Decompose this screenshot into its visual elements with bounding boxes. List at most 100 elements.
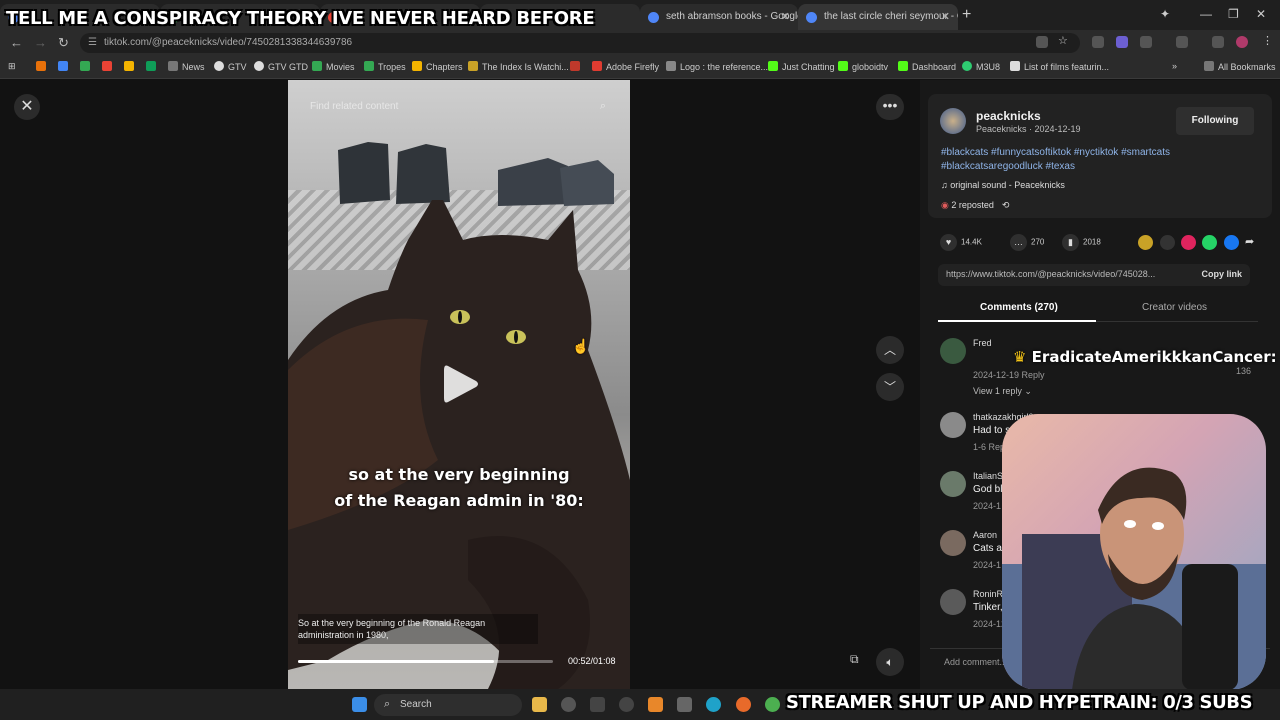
bookmark-icon[interactable] xyxy=(146,61,160,72)
bookmark-gtv[interactable]: GTV xyxy=(214,61,247,72)
picture-in-picture-icon[interactable]: ⧉ xyxy=(850,652,859,667)
previous-video-chevron-up-icon[interactable]: ︿ xyxy=(876,336,904,364)
find-related-search[interactable]: Find related content ⌕ xyxy=(298,98,620,118)
comment-meta[interactable]: 2024-1 xyxy=(973,501,1001,511)
maximize-icon[interactable]: ❐ xyxy=(1228,7,1239,21)
embed-code-icon[interactable] xyxy=(1160,235,1175,250)
kebab-menu-icon[interactable]: ⋮ xyxy=(1262,34,1274,47)
commenter-avatar[interactable] xyxy=(940,589,966,615)
menu-icon[interactable] xyxy=(1212,36,1224,48)
reposted-info[interactable]: ◉ 2 reposted ⟲ xyxy=(941,200,1009,211)
close-tab-icon[interactable]: ✕ xyxy=(781,10,790,23)
taskbar-search[interactable]: ⌕ Search xyxy=(374,694,522,716)
reload-icon[interactable]: ↻ xyxy=(58,35,69,51)
taskbar-app-icon[interactable] xyxy=(677,697,692,712)
comment-stat[interactable]: … 270 xyxy=(1010,234,1044,251)
bookmark-adobe-firefly[interactable]: Adobe Firefly xyxy=(592,61,659,72)
commenter-avatar[interactable] xyxy=(940,530,966,556)
taskbar-app-icon[interactable] xyxy=(619,697,634,712)
url-field[interactable]: ☰ tiktok.com/@peaceknicks/video/74502813… xyxy=(80,33,1080,53)
bookmark-globoidtv[interactable]: globoidtv xyxy=(838,61,888,72)
browser-tab[interactable]: seth abramson books - Google ✕ xyxy=(640,4,798,30)
commenter-name[interactable]: Aaron xyxy=(973,530,997,540)
bookmark-logo-reference[interactable]: Logo : the reference... xyxy=(666,61,768,72)
comment-like-count[interactable]: 136 xyxy=(1236,366,1251,376)
windows-start-icon[interactable] xyxy=(352,697,367,712)
following-button[interactable]: Following xyxy=(1176,107,1254,135)
bookmark-index[interactable]: The Index Is Watchi... xyxy=(468,61,569,72)
profile-icon[interactable]: ✦ xyxy=(1160,7,1170,21)
close-video-button[interactable]: ✕ xyxy=(14,94,40,120)
bookmark-icon[interactable] xyxy=(36,61,50,72)
close-tab-icon[interactable]: ✕ xyxy=(941,10,950,23)
play-icon[interactable] xyxy=(438,362,482,406)
minimize-icon[interactable]: — xyxy=(1200,7,1212,21)
bookmark-news[interactable]: News xyxy=(168,61,205,72)
bookmark-dashboard[interactable]: Dashboard xyxy=(898,61,956,72)
apps-grid-icon[interactable]: ⊞ xyxy=(8,61,16,72)
bookmark-icon[interactable] xyxy=(58,61,72,72)
gmail-icon[interactable] xyxy=(102,61,116,72)
commenter-avatar[interactable] xyxy=(940,412,966,438)
repost-icon[interactable]: ⟲ xyxy=(1002,200,1010,210)
sound-link[interactable]: ♫ original sound - Peaceknicks xyxy=(941,180,1065,190)
bookmark-gtv-gtd[interactable]: GTV GTD xyxy=(254,61,308,72)
bookmark-icon[interactable] xyxy=(124,61,138,72)
commenter-avatar[interactable] xyxy=(940,471,966,497)
bookmark-movies[interactable]: Movies xyxy=(312,61,355,72)
extensions-puzzle-icon[interactable] xyxy=(1140,36,1152,48)
commenter-name[interactable]: ItalianSt xyxy=(973,471,1006,481)
bookmark-chapters[interactable]: Chapters xyxy=(412,61,463,72)
bookmark-icon[interactable] xyxy=(80,61,94,72)
extension-icon[interactable] xyxy=(1116,36,1128,48)
chrome-icon[interactable] xyxy=(765,697,780,712)
comment-meta[interactable]: 2024-12-19 Reply xyxy=(973,370,1045,380)
site-info-icon[interactable]: ☰ xyxy=(88,37,97,48)
copy-link-button[interactable]: Copy link xyxy=(1201,269,1242,279)
browser-tab-active[interactable]: the last circle cheri seymour - G ✕ xyxy=(798,4,958,30)
file-explorer-icon[interactable] xyxy=(532,697,547,712)
bookmark-list-of-films[interactable]: List of films featurin... xyxy=(1010,61,1109,72)
video-player[interactable]: Find related content ⌕ so at the very be… xyxy=(288,80,630,689)
send-icon[interactable] xyxy=(1181,235,1196,250)
edge-icon[interactable] xyxy=(706,697,721,712)
more-bookmarks-chevron-icon[interactable]: » xyxy=(1172,61,1177,71)
view-replies-link[interactable]: View 1 reply ⌄ xyxy=(973,386,1032,397)
taskbar-app-icon[interactable] xyxy=(561,697,576,712)
sidebar-icon[interactable] xyxy=(1176,36,1188,48)
commenter-name[interactable]: RoninR xyxy=(973,589,1003,599)
more-options-button[interactable]: ••• xyxy=(876,94,904,120)
profile-avatar[interactable] xyxy=(1236,36,1248,48)
window-close-icon[interactable]: ✕ xyxy=(1256,7,1266,21)
coin-icon[interactable] xyxy=(1138,235,1153,250)
firefox-icon[interactable] xyxy=(736,697,751,712)
hashtags[interactable]: #blackcats #funnycatsoftiktok #nyctiktok… xyxy=(941,146,1241,174)
new-tab-plus-icon[interactable]: + xyxy=(962,6,971,24)
bookmark-just-chatting[interactable]: Just Chatting xyxy=(768,61,835,72)
bookmark-m3u8[interactable]: M3U8 xyxy=(962,61,1000,72)
vlc-icon[interactable] xyxy=(648,697,663,712)
bookmark-tropes[interactable]: Tropes xyxy=(364,61,406,72)
all-bookmarks[interactable]: All Bookmarks xyxy=(1204,61,1276,72)
forward-arrow-icon[interactable]: → xyxy=(34,35,47,50)
back-arrow-icon[interactable]: ← xyxy=(10,35,23,50)
extension-icon[interactable] xyxy=(1092,36,1104,48)
whatsapp-icon[interactable] xyxy=(1202,235,1217,250)
author-username[interactable]: peacknicks xyxy=(976,109,1041,123)
share-arrow-icon[interactable]: ➦ xyxy=(1245,235,1260,250)
save-stat[interactable]: ▮ 2018 xyxy=(1062,234,1101,251)
volume-icon[interactable]: 🔈︎ xyxy=(876,648,904,676)
bookmark-icon[interactable] xyxy=(570,61,584,72)
commenter-avatar[interactable] xyxy=(940,338,966,364)
next-video-chevron-down-icon[interactable]: ﹀ xyxy=(876,373,904,401)
bookmark-star-icon[interactable]: ☆ xyxy=(1058,34,1070,47)
facebook-icon[interactable] xyxy=(1224,235,1239,250)
cast-icon[interactable] xyxy=(1036,36,1048,48)
video-progress-bar[interactable] xyxy=(298,660,553,663)
taskbar-app-icon[interactable] xyxy=(590,697,605,712)
author-avatar[interactable] xyxy=(940,108,966,134)
comment-meta[interactable]: 2024-1 xyxy=(973,560,1001,570)
tab-creator-videos[interactable]: Creator videos xyxy=(1142,302,1207,313)
like-stat[interactable]: ♥ 14.4K xyxy=(940,234,982,251)
commenter-name[interactable]: Fred xyxy=(973,338,992,348)
